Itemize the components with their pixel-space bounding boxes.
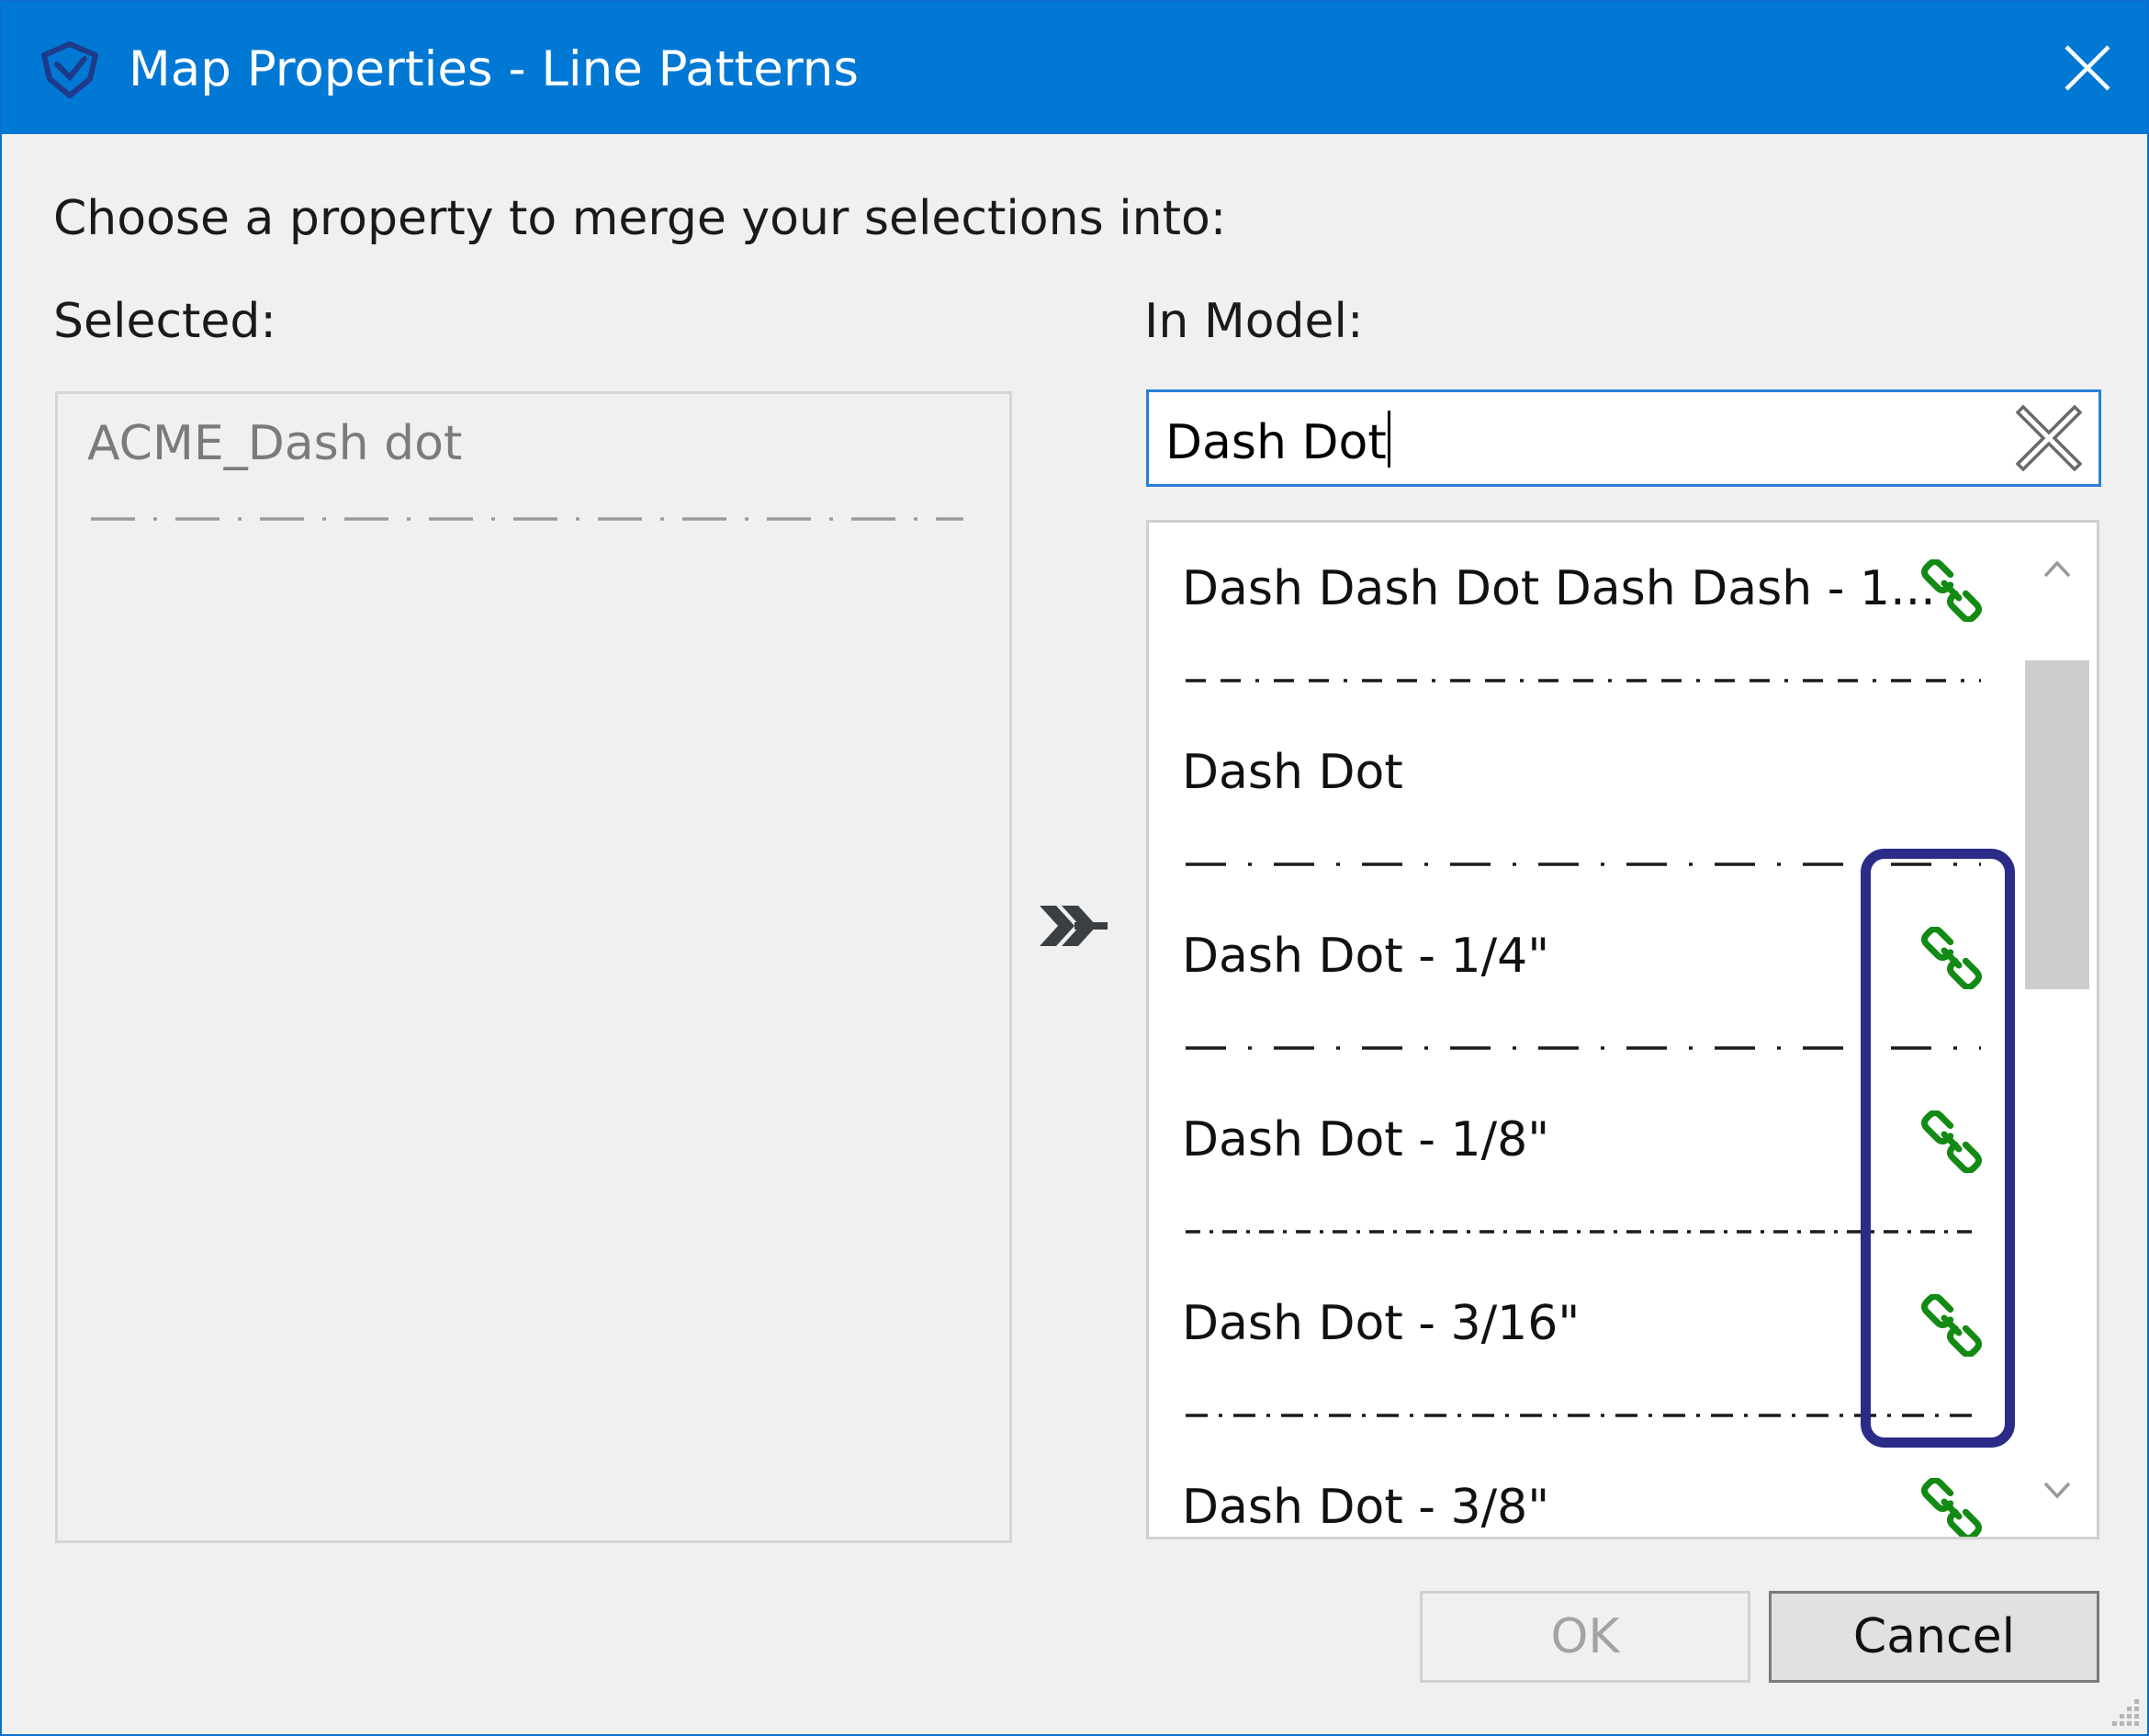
list-item[interactable]: Dash Dot - 3/16" xyxy=(1149,1257,2012,1441)
search-value[interactable]: Dash Dot xyxy=(1165,411,1390,470)
search-input[interactable]: Dash Dot xyxy=(1146,389,2101,487)
list-viewport: Dash Dash Dot Dash Dash - 1... Dash Dot Da… xyxy=(1149,523,2012,1537)
list-item-name: Dash Dot - 1/4" xyxy=(1182,929,1550,984)
resize-grip-icon[interactable] xyxy=(2105,1692,2142,1729)
scroll-up-icon[interactable] xyxy=(2018,541,2097,596)
selected-label: Selected: xyxy=(53,294,276,349)
vertical-scrollbar[interactable] xyxy=(2018,523,2097,1537)
scroll-thumb[interactable] xyxy=(2025,660,2089,989)
list-item-name: Dash Dash Dot Dash Dash - 1... xyxy=(1182,561,1936,616)
list-item-name: Dash Dot - 3/16" xyxy=(1182,1296,1581,1351)
merge-arrow-icon xyxy=(1040,906,1108,946)
link-icon[interactable] xyxy=(1920,1478,1983,1537)
close-button[interactable] xyxy=(2028,2,2147,134)
list-item-name: Dash Dot xyxy=(1182,745,1403,800)
line-pattern-preview xyxy=(1186,1230,1981,1234)
text-caret xyxy=(1387,411,1390,468)
clear-search-icon[interactable] xyxy=(2016,405,2082,471)
list-item-name: Dash Dot - 1/8" xyxy=(1182,1112,1550,1167)
list-item[interactable]: Dash Dot - 1/4" xyxy=(1149,890,2012,1074)
selected-item-name: ACME_Dash dot xyxy=(87,416,463,471)
instruction-text: Choose a property to merge your selectio… xyxy=(53,191,1227,246)
line-pattern-preview xyxy=(1186,679,1981,682)
line-pattern-preview xyxy=(1186,1414,1981,1417)
link-icon[interactable] xyxy=(1920,927,1983,989)
close-icon xyxy=(2065,45,2110,91)
link-icon[interactable] xyxy=(1920,1294,1983,1357)
selected-panel: ACME_Dash dot xyxy=(55,391,1012,1543)
model-properties-list[interactable]: Dash Dash Dot Dash Dash - 1... Dash Dot Da… xyxy=(1146,520,2099,1539)
list-item[interactable]: Dash Dot xyxy=(1149,706,2012,890)
line-pattern-preview xyxy=(1186,862,1981,866)
window-title: Map Properties - Line Patterns xyxy=(129,41,859,97)
link-icon[interactable] xyxy=(1920,1110,1983,1173)
list-item[interactable]: Dash Dot - 1/8" xyxy=(1149,1074,2012,1257)
ok-button[interactable]: OK xyxy=(1420,1591,1750,1683)
line-pattern-preview xyxy=(1186,1046,1981,1050)
dialog-window: Map Properties - Line Patterns Choose a … xyxy=(0,0,2149,1736)
list-item[interactable]: Dash Dash Dot Dash Dash - 1... xyxy=(1149,523,2012,706)
scroll-down-icon[interactable] xyxy=(2018,1463,2097,1518)
list-item[interactable]: Dash Dot - 3/8" xyxy=(1149,1441,2012,1537)
selected-line-pattern xyxy=(91,517,963,521)
link-icon[interactable] xyxy=(1920,559,1983,622)
in-model-label: In Model: xyxy=(1144,294,1364,349)
cancel-button[interactable]: Cancel xyxy=(1769,1591,2099,1683)
title-bar[interactable]: Map Properties - Line Patterns xyxy=(2,2,2147,134)
app-logo-icon xyxy=(41,41,98,98)
list-item-name: Dash Dot - 3/8" xyxy=(1182,1480,1550,1535)
dialog-content: Choose a property to merge your selectio… xyxy=(2,134,2147,1734)
